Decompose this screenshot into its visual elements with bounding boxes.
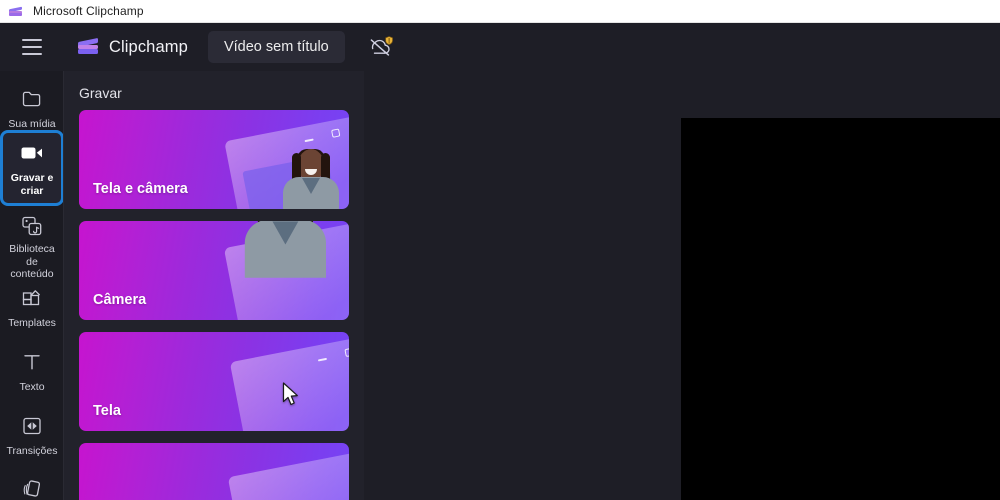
brand-label: Clipchamp: [109, 37, 188, 56]
record-card-label: Câmera: [93, 292, 147, 308]
person-illustration: [216, 221, 349, 320]
window-illustration: [227, 450, 349, 500]
record-card-list: Tela e câmera Câmera Tela: [64, 110, 364, 500]
record-card-screen[interactable]: Tela: [79, 332, 349, 431]
sidebar-item-effects[interactable]: [3, 470, 61, 500]
folder-icon: [19, 86, 45, 112]
sidebar-item-text[interactable]: Texto: [3, 342, 61, 396]
sidebar-item-your-media[interactable]: Sua mídia: [3, 79, 61, 133]
effects-icon: [19, 477, 45, 500]
left-rail: Sua mídia Gravar e criar Biblioteca de c…: [0, 71, 64, 500]
sidebar-item-transitions[interactable]: Transições: [3, 406, 61, 460]
project-title-input[interactable]: Vídeo sem título: [207, 31, 345, 63]
record-card-label: Tela: [93, 403, 121, 419]
clipchamp-icon: [8, 3, 24, 19]
record-card-camera[interactable]: Câmera: [79, 221, 349, 320]
clipchamp-logo-icon: [76, 35, 100, 59]
record-card-audio[interactable]: [79, 443, 349, 500]
video-camera-icon: [19, 140, 45, 166]
mouse-cursor: [282, 382, 300, 408]
hamburger-icon[interactable]: [10, 25, 54, 69]
editor-stage: [364, 71, 1000, 500]
library-icon: [19, 215, 45, 237]
templates-icon: [19, 285, 45, 311]
sidebar-item-label: Sua mídia: [8, 118, 56, 130]
sidebar-item-content-library[interactable]: Biblioteca de conteúdo: [3, 208, 61, 280]
window-title: Microsoft Clipchamp: [33, 4, 144, 18]
shield-warning-badge-icon: [385, 36, 393, 45]
brand: Clipchamp: [76, 35, 188, 59]
window-titlebar: Microsoft Clipchamp: [0, 0, 1000, 23]
sidebar-item-templates[interactable]: Templates: [3, 278, 61, 332]
sidebar-item-label: Gravar e criar: [10, 172, 54, 197]
panel-heading: Gravar: [79, 85, 122, 101]
sidebar-item-label: Templates: [8, 317, 56, 329]
app-header: Clipchamp Vídeo sem título: [0, 23, 1000, 71]
record-card-screen-and-camera[interactable]: Tela e câmera: [79, 110, 349, 209]
sidebar-item-label: Biblioteca de conteúdo: [9, 243, 55, 280]
video-preview[interactable]: [681, 118, 1000, 500]
record-card-label: Tela e câmera: [93, 181, 188, 197]
person-illustration: [279, 149, 343, 209]
project-title-value: Vídeo sem título: [223, 39, 329, 55]
sidebar-item-record-create[interactable]: Gravar e criar: [0, 130, 63, 206]
sidebar-item-label: Transições: [6, 445, 58, 457]
transitions-icon: [19, 413, 45, 439]
cloud-off-icon[interactable]: [363, 29, 399, 65]
text-t-icon: [19, 349, 45, 375]
record-panel: Gravar Tela e câmera Câmera Tela: [64, 71, 364, 500]
sidebar-item-label: Texto: [19, 381, 45, 393]
